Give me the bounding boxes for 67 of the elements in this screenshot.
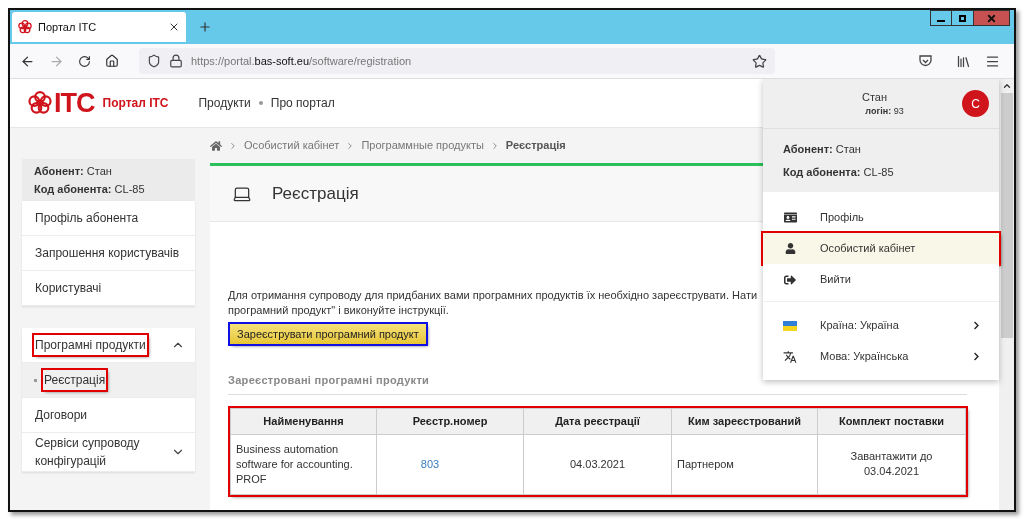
logo-text: ITC (54, 89, 95, 117)
column-header: Дата реєстрації (523, 408, 672, 434)
nav-link[interactable]: Продукти (198, 94, 251, 112)
breadcrumb-item[interactable]: Особистий кабінет (244, 137, 340, 154)
sidebar-item[interactable]: Договори (34, 405, 88, 425)
table-cell: Партнером (677, 457, 734, 470)
exit-door-icon (784, 273, 796, 286)
subscriber-info-text: Код абонента: CL-85 (34, 182, 146, 197)
user-name: Стан (861, 89, 888, 105)
subscriber-info-text: Абонент: Стан (34, 164, 113, 179)
column-header: Ким зареєстрований (671, 408, 818, 434)
home-icon[interactable] (105, 54, 119, 68)
column-header: Комплект поставки (817, 408, 966, 434)
chevron-icon (972, 352, 981, 361)
window-close-button[interactable] (974, 10, 1010, 26)
menu-icon[interactable] (985, 53, 1000, 69)
column-header: Реєстр.номер (376, 408, 524, 434)
instruction-text: Для отримання супроводу для придбаних вами програмних продуктів їх необхідно зареєструвати. Нати програмний продукт" і виконуйте інструкції. (228, 288, 759, 318)
chevron-icon (228, 140, 238, 151)
bookmark-star-icon[interactable] (752, 53, 767, 69)
flower-icon (18, 20, 32, 34)
login-text: логін: 93 (865, 105, 904, 118)
id-card-icon (783, 211, 797, 224)
reload-icon[interactable] (78, 54, 91, 68)
translate-icon (783, 349, 797, 364)
register-product-button[interactable]: Зареєструвати програмний продукт (230, 324, 426, 344)
menu-item[interactable]: Мова: Українська (763, 341, 999, 372)
library-icon[interactable] (956, 53, 971, 69)
new-tab-icon[interactable] (198, 20, 212, 34)
registration-number-link[interactable]: 803 (420, 457, 440, 470)
tab-title: Портал ITC (38, 19, 98, 35)
subscriber-info-text: Код абонента: CL-85 (783, 164, 895, 180)
page-title: Реєстрація (272, 182, 359, 205)
shield-icon (147, 54, 161, 68)
menu-item[interactable]: Особистий кабінет (763, 233, 999, 264)
url-text: https://portal.bas-soft.eu/software/registration (191, 53, 413, 69)
back-icon[interactable] (20, 53, 35, 69)
flower-logo-icon (28, 91, 52, 115)
browser-tab[interactable]: Портал ITC (12, 12, 186, 42)
flag-icon (783, 320, 797, 331)
breadcrumb-item: Реєстрація (505, 138, 566, 154)
table-cell: Завантажити до 03.04.2021 (850, 450, 933, 477)
address-bar[interactable]: https://portal.bas-soft.eu/software/registration (139, 48, 775, 74)
menu-item[interactable]: Профіль (763, 202, 999, 233)
itc-logo[interactable]: ITC (28, 89, 95, 117)
bullet-icon (34, 378, 37, 382)
user-icon (784, 243, 796, 254)
user-avatar[interactable]: С (962, 90, 989, 117)
lock-icon (169, 54, 183, 68)
subscriber-info-text: Абонент: Стан (783, 142, 862, 157)
portal-name: Портал ITC (102, 95, 169, 112)
restore-button[interactable] (952, 10, 974, 26)
close-icon (986, 12, 997, 24)
nav-link[interactable]: Про портал (270, 94, 335, 112)
column-header: Найменування (230, 408, 377, 434)
table-cell: 04.03.2021 (569, 457, 626, 470)
scrollbar[interactable] (999, 79, 1014, 510)
table-cell: Business automation software for accounting. PROF (236, 442, 353, 485)
menu-item[interactable]: Вийти (763, 264, 999, 295)
menu-item[interactable]: Країна: Україна (763, 310, 999, 341)
chevron-icon (972, 321, 981, 330)
scroll-up-icon[interactable] (1001, 81, 1012, 91)
minimize-button[interactable] (930, 10, 952, 26)
home-icon[interactable] (210, 139, 222, 152)
breadcrumb-item[interactable]: Программные продукты (361, 137, 484, 154)
close-icon[interactable] (168, 21, 180, 33)
pocket-icon[interactable] (919, 55, 932, 67)
